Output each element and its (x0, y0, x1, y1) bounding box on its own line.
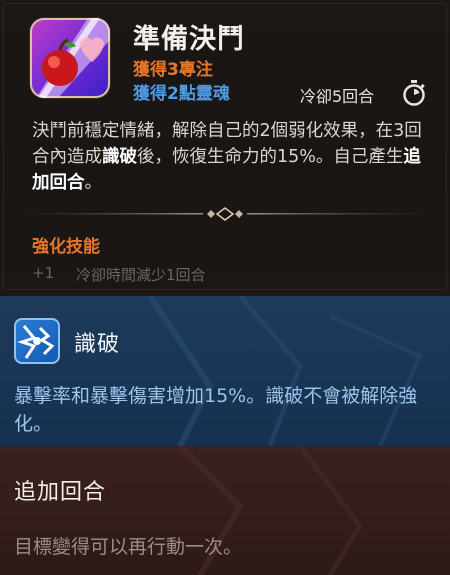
skill-description: 決鬥前穩定情緒，解除自己的2個弱化效果，在3回合內造成識破後，恢復生命力的15%… (32, 118, 432, 196)
keyword-description: 目標變得可以再行動一次。 (14, 536, 243, 558)
stopwatch-icon (402, 80, 426, 106)
keyword-description: 暴擊率和暴擊傷害增加15%。識破不會被解除強化。 (14, 385, 418, 435)
keyword-title: 識破 (74, 332, 121, 357)
cooldown-text: 冷卻5回合 (300, 87, 375, 106)
description-text: 。 (84, 173, 103, 193)
enhancement-title: 強化技能 (32, 237, 100, 257)
skill-card: 準備決鬥 獲得3專注 獲得2點靈魂 冷卻5回合 決鬥前穩定情緒，解除自己的2個弱… (0, 0, 450, 296)
description-text: 後，恢復生命力的15%。自己產生 (137, 147, 404, 167)
skill-name: 準備決鬥 (133, 24, 245, 55)
shatter-icon (14, 318, 60, 364)
enhancement-level: +1 (32, 264, 55, 282)
enhancement-text: 冷卻時間減少1回合 (76, 266, 206, 284)
keyword-highlight-shatter: 識破 (102, 147, 137, 167)
keyword-panel-extra-turn: 追加回合 目標變得可以再行動一次。 (0, 446, 450, 575)
keyword-title: 追加回合 (14, 480, 107, 505)
gain-focus-text: 獲得3專注 (133, 60, 213, 80)
keyword-panel-shatter: 識破 暴擊率和暴擊傷害增加15%。識破不會被解除強化。 (0, 296, 450, 446)
apple-heart-skill-icon (30, 18, 110, 98)
ornament-divider (15, 206, 435, 222)
gain-soul-text: 獲得2點靈魂 (133, 84, 230, 104)
